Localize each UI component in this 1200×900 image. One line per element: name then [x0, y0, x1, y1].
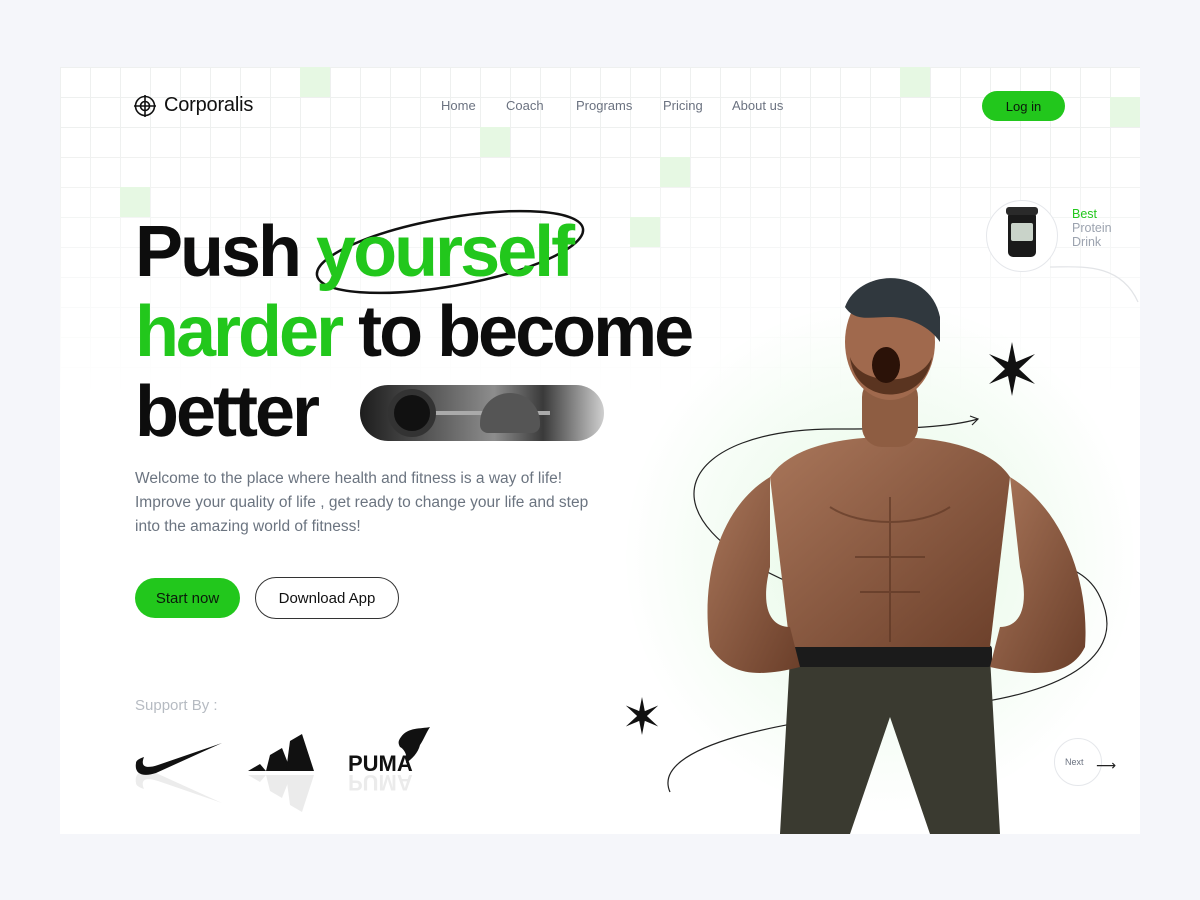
- next-label: Next: [1065, 757, 1084, 767]
- headline-line-2: harder to become: [135, 292, 694, 372]
- barbell-plate: [388, 389, 436, 437]
- description-line: into the amazing world of fitness!: [135, 518, 361, 535]
- promo-line: Protein: [1072, 221, 1112, 235]
- arrow-right-icon[interactable]: ⟶: [1096, 757, 1116, 774]
- nike-logo: [135, 743, 222, 803]
- login-button[interactable]: Log in: [982, 91, 1065, 121]
- next-button[interactable]: Next: [1054, 738, 1102, 786]
- landing-page: Corporalis Home Coach Programs Pricing A…: [60, 67, 1140, 834]
- headline-word-harder: harder: [135, 292, 344, 372]
- promo-line: Best: [1072, 207, 1098, 221]
- gym-photo-pill: [360, 385, 604, 441]
- hero-description: Welcome to the place where health and fi…: [135, 467, 615, 539]
- description-line: Welcome to the place where health and fi…: [135, 470, 563, 487]
- grid-accent-cell: [900, 67, 930, 97]
- sparkle-star-icon: [625, 697, 659, 735]
- description-line: Improve your quality of life , get ready…: [135, 494, 589, 511]
- headline-word-to-become: to become: [358, 292, 694, 372]
- nav-programs[interactable]: Programs: [576, 98, 632, 113]
- headline-word-push: Push: [135, 212, 302, 292]
- headline-line-1: Push yourself: [135, 212, 691, 292]
- protein-tub-lid: [1006, 207, 1038, 215]
- promo-line: Drink: [1072, 235, 1102, 249]
- globe-target-icon: [134, 94, 156, 117]
- protein-promo-text[interactable]: Best Protein Drink: [1072, 207, 1112, 249]
- nav-home[interactable]: Home: [441, 98, 476, 113]
- puma-logo: PUMA PUMA: [348, 727, 430, 795]
- grid-accent-cell: [480, 127, 510, 157]
- nav-about-us[interactable]: About us: [732, 98, 783, 113]
- protein-product-thumb[interactable]: [986, 200, 1058, 272]
- nav-pricing[interactable]: Pricing: [663, 98, 703, 113]
- adidas-logo: [248, 734, 314, 812]
- protein-tub-label: [1011, 223, 1033, 241]
- svg-text:PUMA: PUMA: [348, 770, 413, 795]
- grid-accent-cell: [1110, 97, 1140, 127]
- brand-name: Corporalis: [164, 94, 254, 116]
- download-app-button[interactable]: Download App: [255, 577, 399, 619]
- athlete-photo: [707, 278, 1086, 834]
- start-now-button[interactable]: Start now: [135, 578, 240, 618]
- sparkle-star-icon: [989, 342, 1035, 396]
- headline-word-yourself: yourself: [316, 212, 575, 292]
- grid-accent-cell: [660, 157, 690, 187]
- nav-coach[interactable]: Coach: [506, 98, 544, 113]
- grid-accent-cell: [300, 67, 330, 97]
- lifter-silhouette: [480, 393, 540, 433]
- brand-logo[interactable]: Corporalis: [134, 94, 253, 117]
- support-label: Support By :: [135, 697, 218, 714]
